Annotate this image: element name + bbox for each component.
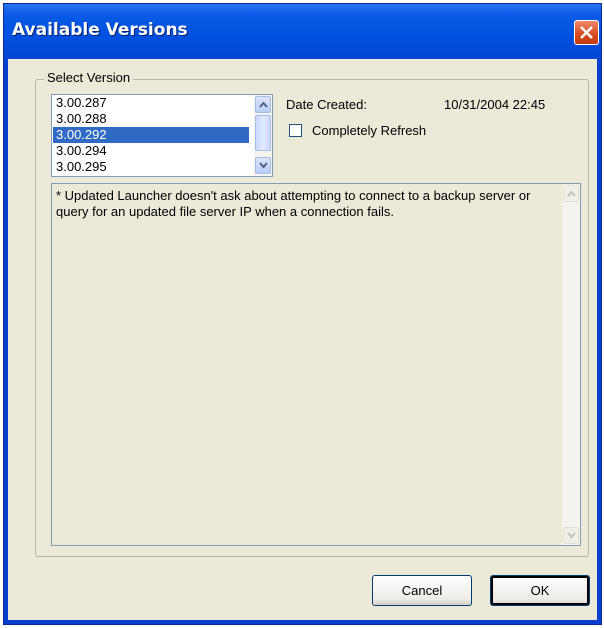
release-notes-scrollbar[interactable] [562, 184, 580, 545]
version-item-selected[interactable]: 3.00.292 [53, 127, 249, 143]
date-created-value: 10/31/2004 22:45 [444, 97, 546, 112]
chevron-down-icon [259, 162, 268, 169]
scroll-up-button[interactable] [255, 96, 271, 113]
version-item[interactable]: 3.00.294 [53, 143, 249, 159]
notes-scroll-down-button[interactable] [563, 527, 579, 544]
close-x-icon [580, 26, 593, 39]
scroll-down-button[interactable] [255, 157, 271, 174]
release-notes-box[interactable]: * Updated Launcher doesn't ask about att… [51, 183, 581, 546]
group-label: Select Version [44, 70, 134, 85]
version-list[interactable]: 3.00.287 3.00.288 3.00.292 3.00.294 3.00… [51, 94, 273, 177]
completely-refresh-label[interactable]: Completely Refresh [312, 123, 426, 138]
chevron-down-icon [567, 532, 576, 539]
version-item[interactable]: 3.00.295 [53, 159, 249, 175]
date-created-label: Date Created: [286, 97, 367, 112]
cancel-button[interactable]: Cancel [372, 575, 472, 606]
ok-button[interactable]: OK [490, 575, 590, 606]
chevron-up-icon [259, 101, 268, 108]
version-item[interactable]: 3.00.287 [53, 95, 249, 111]
title-bar[interactable]: Available Versions [4, 4, 601, 59]
version-list-scrollbar[interactable] [254, 95, 272, 176]
version-item[interactable]: 3.00.288 [53, 111, 249, 127]
release-notes-text: * Updated Launcher doesn't ask about att… [56, 188, 531, 219]
completely-refresh-checkbox[interactable] [289, 124, 302, 137]
dialog-window: Available Versions Select Version 3.00.2… [3, 3, 602, 625]
chevron-up-icon [567, 190, 576, 197]
close-button[interactable] [574, 20, 599, 45]
notes-scroll-up-button[interactable] [563, 185, 579, 202]
scroll-thumb[interactable] [255, 115, 271, 151]
dialog-body: Select Version 3.00.287 3.00.288 3.00.29… [8, 59, 597, 620]
window-title: Available Versions [12, 20, 188, 40]
